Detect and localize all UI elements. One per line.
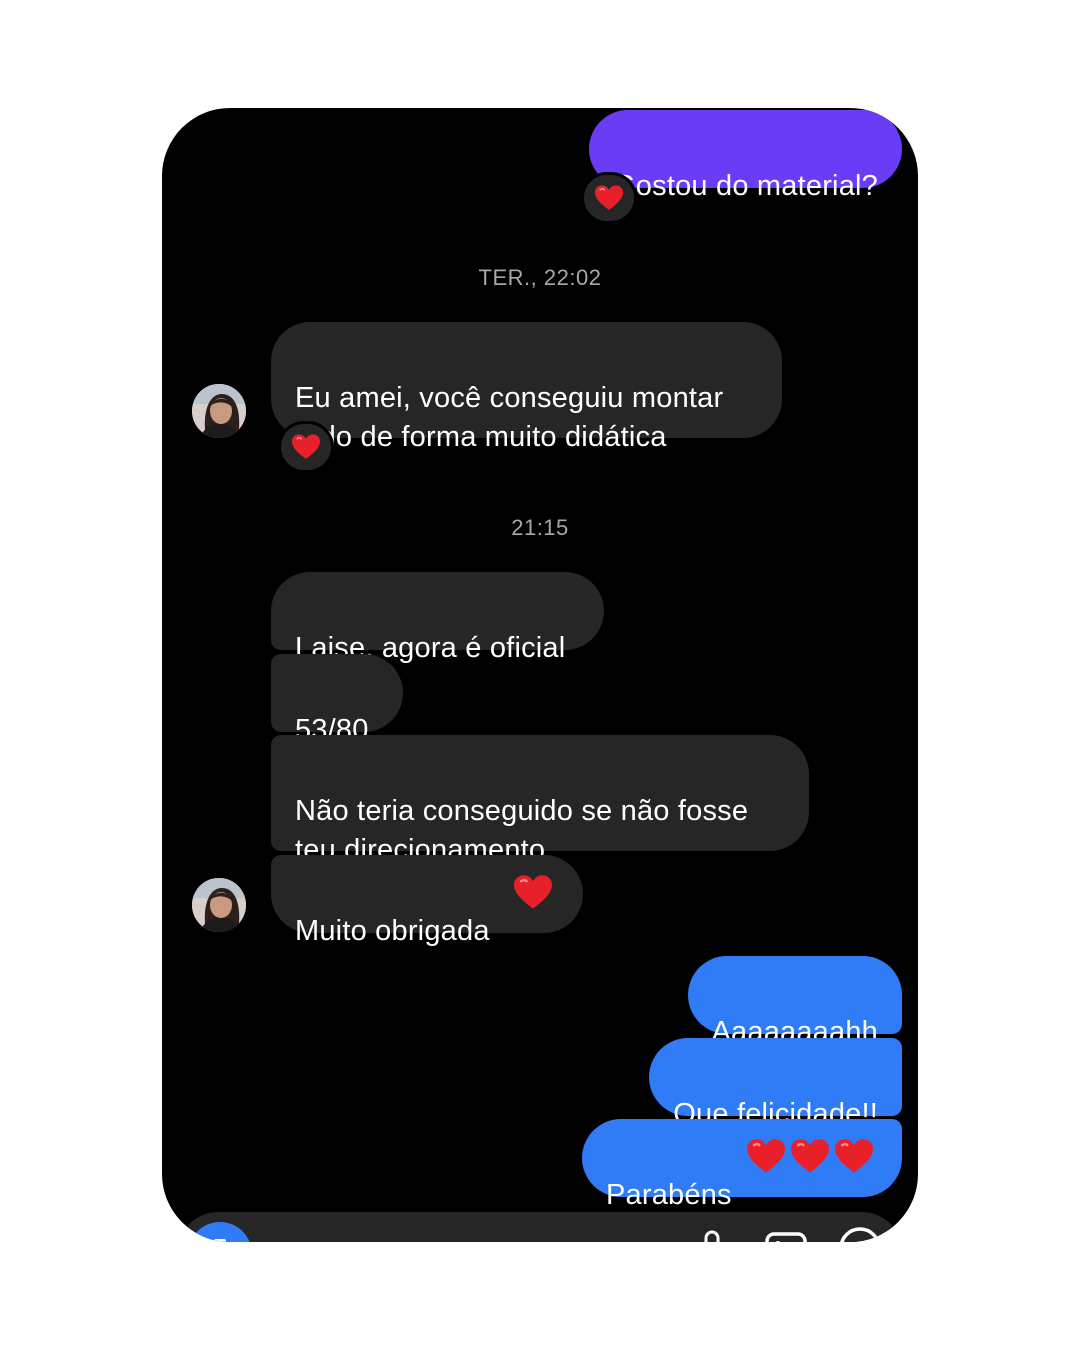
contact-avatar[interactable]	[192, 384, 246, 438]
message-bubble-outgoing[interactable]: Gostou do material?	[589, 110, 902, 202]
message-bubble-incoming[interactable]: Não teria conseguido se não fosse teu di…	[271, 735, 809, 866]
gallery-icon[interactable]	[764, 1230, 808, 1242]
message-text: Muito obrigada	[295, 915, 490, 947]
red-heart-icon	[514, 875, 552, 909]
timestamp: TER., 22:02	[478, 265, 602, 290]
message-text: Eu amei, você conseguiu montar tudo de f…	[295, 382, 724, 453]
message-composer[interactable]	[178, 1212, 902, 1242]
camera-icon	[214, 1239, 226, 1242]
message-bubble-incoming[interactable]: 53/80	[271, 654, 403, 746]
timestamp: 21:15	[511, 515, 569, 540]
message-text: Gostou do material?	[613, 170, 878, 202]
message-bubble-outgoing[interactable]: Que felicidade!!	[649, 1038, 902, 1130]
avatar-photo	[192, 878, 246, 932]
message-bubble-incoming[interactable]: Eu amei, você conseguiu montar tudo de f…	[271, 322, 782, 453]
red-heart-icon	[595, 185, 623, 210]
red-heart-icon	[292, 434, 320, 459]
message-reaction[interactable]	[581, 172, 637, 224]
red-heart-icon	[835, 1139, 873, 1173]
sticker-icon[interactable]	[838, 1226, 882, 1242]
microphone-icon[interactable]	[698, 1230, 726, 1242]
message-bubble-outgoing[interactable]: Aaaaaaaahh	[687, 956, 902, 1048]
red-heart-icon	[791, 1139, 829, 1173]
red-heart-icon	[747, 1139, 785, 1173]
camera-button[interactable]	[188, 1222, 252, 1242]
message-bubble-incoming[interactable]: Laise, agora é oficial	[271, 572, 604, 664]
message-bubble-incoming[interactable]: Muito obrigada	[271, 855, 583, 947]
message-text: Parabéns	[606, 1179, 732, 1211]
contact-avatar[interactable]	[192, 878, 246, 932]
avatar-photo	[192, 384, 246, 438]
chat-screen: Gostou do material? TER., 22:02 Eu amei,…	[162, 108, 918, 1242]
message-reaction[interactable]	[278, 421, 334, 473]
message-bubble-outgoing[interactable]: Parabéns	[582, 1119, 902, 1211]
